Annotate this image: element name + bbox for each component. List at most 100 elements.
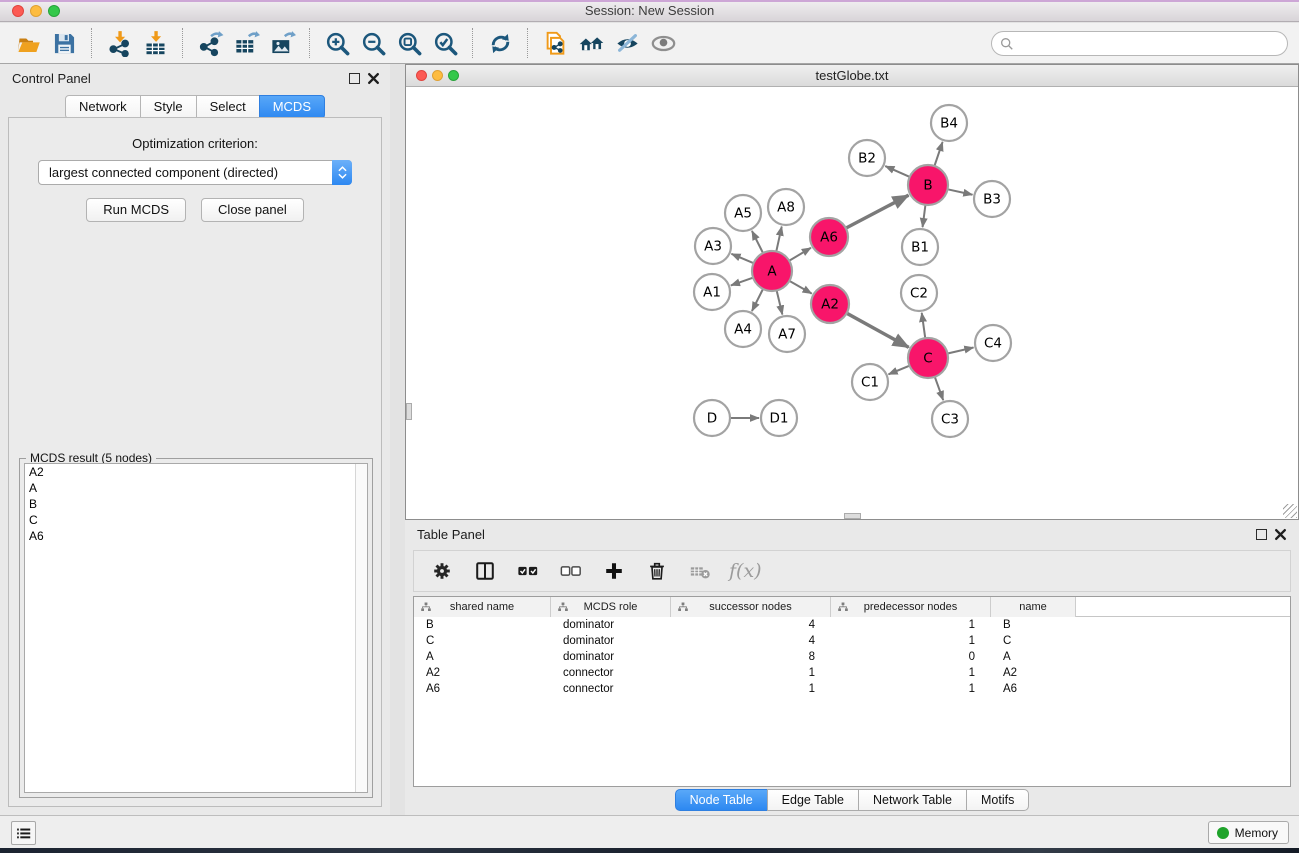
graph-edge-B-B4[interactable] [934,142,942,167]
cell-shared-name[interactable]: A6 [414,681,551,697]
task-history-button[interactable] [11,821,36,845]
float-panel-icon[interactable] [1256,529,1267,540]
graph-edge-A6-B[interactable] [845,195,909,228]
graph-edge-A-A7[interactable] [776,289,782,314]
column-header-MCDS-role[interactable]: MCDS role [551,597,671,617]
graph-edge-A-A3[interactable] [731,254,754,264]
search-box[interactable] [991,31,1288,56]
refresh-layout-button[interactable] [482,26,518,60]
table-row[interactable]: A2connector11A2 [414,665,1290,681]
graph-edge-C-C4[interactable] [947,347,974,353]
zoom-out-button[interactable] [355,26,391,60]
search-input[interactable] [1014,34,1287,54]
cell-successor-nodes[interactable]: 1 [671,665,831,681]
save-session-button[interactable] [46,26,82,60]
mcds-result-list[interactable]: A2ABCA6 [24,463,368,793]
tab-node-table[interactable]: Node Table [675,789,768,811]
graph-edge-A-A6[interactable] [788,248,811,262]
export-image-button[interactable] [264,26,300,60]
graph-edge-B-B3[interactable] [947,189,973,195]
memory-button[interactable]: Memory [1208,821,1289,844]
criterion-dropdown[interactable]: largest connected component (directed) [38,160,352,185]
select-all-button[interactable] [514,557,542,585]
cell-name[interactable]: C [991,633,1076,649]
export-network-button[interactable] [192,26,228,60]
table-row[interactable]: Cdominator41C [414,633,1290,649]
close-panel-icon[interactable] [367,72,380,85]
show-all-button[interactable] [645,26,681,60]
cell-predecessor-nodes[interactable]: 1 [831,681,991,697]
duplicate-network-button[interactable] [537,26,573,60]
import-table-button[interactable] [137,26,173,60]
zoom-fit-button[interactable] [391,26,427,60]
cell-MCDS-role[interactable]: dominator [551,649,671,665]
result-list-item[interactable]: A6 [25,528,367,544]
add-row-button[interactable] [600,557,628,585]
graph-edge-B-B1[interactable] [923,204,926,227]
network-window-titlebar[interactable]: testGlobe.txt [406,65,1298,87]
tab-network[interactable]: Network [65,95,141,119]
delete-row-button[interactable] [643,557,671,585]
bottom-splitter-handle[interactable] [844,513,861,519]
delete-table-button[interactable] [686,557,714,585]
cell-name[interactable]: A6 [991,681,1076,697]
cell-MCDS-role[interactable]: dominator [551,633,671,649]
import-network-button[interactable] [101,26,137,60]
export-table-button[interactable] [228,26,264,60]
cell-MCDS-role[interactable]: connector [551,665,671,681]
cell-predecessor-nodes[interactable]: 0 [831,649,991,665]
cell-name[interactable]: B [991,617,1076,633]
table-row[interactable]: A6connector11A6 [414,681,1290,697]
column-header-predecessor-nodes[interactable]: predecessor nodes [831,597,991,617]
table-body[interactable]: Bdominator41BCdominator41CAdominator80AA… [414,617,1290,697]
show-columns-button[interactable] [471,557,499,585]
cell-name[interactable]: A2 [991,665,1076,681]
cell-name[interactable]: A [991,649,1076,665]
tab-network-table[interactable]: Network Table [858,789,967,811]
result-list-item[interactable]: A2 [25,464,367,480]
node-table[interactable]: shared nameMCDS rolesuccessor nodesprede… [413,596,1291,787]
table-row[interactable]: Adominator80A [414,649,1290,665]
cell-shared-name[interactable]: A2 [414,665,551,681]
column-header-successor-nodes[interactable]: successor nodes [671,597,831,617]
deselect-all-button[interactable] [557,557,585,585]
cell-MCDS-role[interactable]: connector [551,681,671,697]
zoom-selected-button[interactable] [427,26,463,60]
table-row[interactable]: Bdominator41B [414,617,1290,633]
cell-shared-name[interactable]: B [414,617,551,633]
window-resize-grip[interactable] [1283,504,1297,518]
run-mcds-button[interactable]: Run MCDS [86,198,186,222]
column-header-name[interactable]: name [991,597,1076,617]
network-canvas[interactable]: AA1A2A3A4A5A6A7A8BB1B2B3B4CC1C2C3C4DD1 [406,88,1298,519]
close-panel-icon[interactable] [1274,528,1287,541]
cell-predecessor-nodes[interactable]: 1 [831,633,991,649]
graph-edge-C-C1[interactable] [888,365,910,374]
first-neighbors-button[interactable] [573,26,609,60]
result-list-scrollbar[interactable] [355,464,367,792]
graph-edge-A-A1[interactable] [731,277,754,285]
left-splitter-handle[interactable] [406,403,412,420]
network-graph[interactable]: AA1A2A3A4A5A6A7A8BB1B2B3B4CC1C2C3C4DD1 [406,88,1298,519]
graph-edge-A-A2[interactable] [789,280,812,293]
result-list-item[interactable]: C [25,512,367,528]
cell-shared-name[interactable]: A [414,649,551,665]
cell-successor-nodes[interactable]: 8 [671,649,831,665]
cell-predecessor-nodes[interactable]: 1 [831,617,991,633]
open-session-button[interactable] [10,26,46,60]
cell-successor-nodes[interactable]: 4 [671,617,831,633]
graph-edge-A2-C[interactable] [846,313,909,348]
graph-edge-A-A5[interactable] [752,231,764,254]
hide-selected-button[interactable] [609,26,645,60]
tab-style[interactable]: Style [140,95,197,119]
zoom-in-button[interactable] [319,26,355,60]
graph-edge-B-B2[interactable] [885,166,910,177]
float-panel-icon[interactable] [349,73,360,84]
close-panel-button[interactable]: Close panel [201,198,304,222]
cell-predecessor-nodes[interactable]: 1 [831,665,991,681]
cell-MCDS-role[interactable]: dominator [551,617,671,633]
graph-edge-A-A8[interactable] [776,227,782,253]
cell-successor-nodes[interactable]: 1 [671,681,831,697]
tab-mcds[interactable]: MCDS [259,95,325,119]
result-list-item[interactable]: B [25,496,367,512]
tab-select[interactable]: Select [196,95,260,119]
